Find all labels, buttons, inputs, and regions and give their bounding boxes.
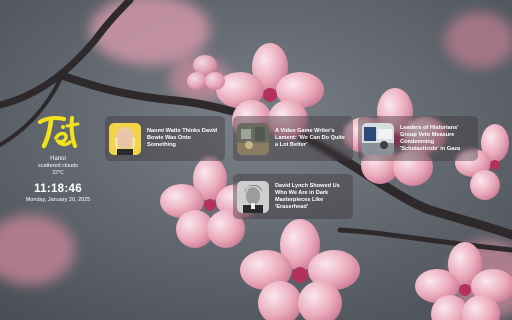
clock-date: Monday, January 20, 2025 — [25, 197, 91, 203]
news-card[interactable]: Naomi Watts Thinks David Bowie Was Onto … — [105, 116, 225, 161]
weather-temperature: 22°C — [52, 170, 64, 176]
news-headline: Naomi Watts Thinks David Bowie Was Onto … — [147, 128, 218, 148]
weather-clock-widget: Hanoi scattered clouds 22°C 11:18:46 Mon… — [18, 112, 98, 204]
weather-condition: scattered clouds — [37, 163, 79, 169]
weather-city: Hanoi — [50, 156, 66, 162]
clock-time: 11:18:46 — [34, 183, 82, 195]
news-headline: David Lynch Showed Us Who We Are in Dark… — [275, 182, 340, 210]
news-card[interactable]: Leaders of Historians' Group Veto Measur… — [358, 116, 478, 161]
news-thumbnail — [362, 122, 394, 155]
news-thumbnail — [237, 180, 269, 213]
news-card[interactable]: David Lynch Showed Us Who We Are in Dark… — [233, 174, 353, 219]
news-headline: Leaders of Historians' Group Veto Measur… — [400, 124, 461, 152]
news-thumbnail — [237, 122, 269, 155]
tet-logo — [38, 116, 80, 149]
news-headline: A Video Game Writer's Lament: 'We Can Do… — [275, 128, 345, 148]
news-card[interactable]: A Video Game Writer's Lament: 'We Can Do… — [233, 116, 353, 161]
news-thumbnail — [109, 122, 141, 155]
